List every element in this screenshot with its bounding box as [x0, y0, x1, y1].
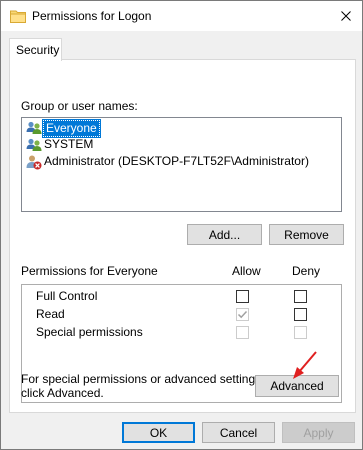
- checkmark-icon: [237, 310, 248, 319]
- permission-name-special: Special permissions: [36, 325, 143, 339]
- group-or-user-names-label: Group or user names:: [21, 99, 138, 113]
- read-allow-checkbox[interactable]: [236, 308, 249, 321]
- user-row-everyone[interactable]: Everyone: [25, 119, 339, 138]
- folder-icon: [10, 9, 26, 23]
- user-label-system: SYSTEM: [44, 137, 94, 151]
- deny-column-header: Deny: [292, 264, 321, 278]
- permissions-for-label: Permissions for Everyone: [21, 264, 158, 278]
- user-list[interactable]: Everyone SYSTEM Administrator (DESKTOP-F…: [21, 117, 342, 212]
- advanced-note-line2: click Advanced.: [21, 386, 104, 400]
- read-deny-checkbox[interactable]: [294, 308, 307, 321]
- allow-column-header: Allow: [232, 264, 261, 278]
- add-button[interactable]: Add...: [187, 224, 262, 245]
- permission-name-full-control: Full Control: [36, 289, 98, 303]
- tab-security-label: Security: [16, 43, 60, 57]
- dialog-body: Security Group or user names: Everyone S…: [1, 31, 362, 449]
- ok-button[interactable]: OK: [122, 422, 195, 443]
- permission-name-read: Read: [36, 307, 65, 321]
- cancel-button[interactable]: Cancel: [202, 422, 275, 443]
- close-icon: [341, 11, 351, 21]
- special-deny-checkbox: [294, 326, 307, 339]
- user-row-administrator[interactable]: Administrator (DESKTOP-F7LT52F\Administr…: [25, 154, 339, 170]
- advanced-note-line1: For special permissions or advanced sett…: [21, 372, 265, 386]
- group-icon: [26, 137, 42, 153]
- special-allow-checkbox: [236, 326, 249, 339]
- group-icon: [26, 120, 42, 136]
- tab-security[interactable]: Security: [9, 38, 62, 61]
- apply-button[interactable]: Apply: [282, 422, 355, 443]
- permissions-dialog: Permissions for Logon Security Group or …: [0, 0, 363, 450]
- user-label-administrator: Administrator (DESKTOP-F7LT52F\Administr…: [44, 154, 309, 168]
- window-title: Permissions for Logon: [32, 9, 152, 23]
- user-label-everyone: Everyone: [42, 119, 101, 138]
- user-denied-icon: [26, 154, 42, 170]
- remove-button[interactable]: Remove: [269, 224, 344, 245]
- full-control-allow-checkbox[interactable]: [236, 290, 249, 303]
- annotation-arrow-icon: [293, 351, 317, 379]
- title-bar[interactable]: Permissions for Logon: [1, 1, 362, 31]
- close-button[interactable]: [333, 3, 359, 29]
- user-row-system[interactable]: SYSTEM: [25, 137, 339, 153]
- full-control-deny-checkbox[interactable]: [294, 290, 307, 303]
